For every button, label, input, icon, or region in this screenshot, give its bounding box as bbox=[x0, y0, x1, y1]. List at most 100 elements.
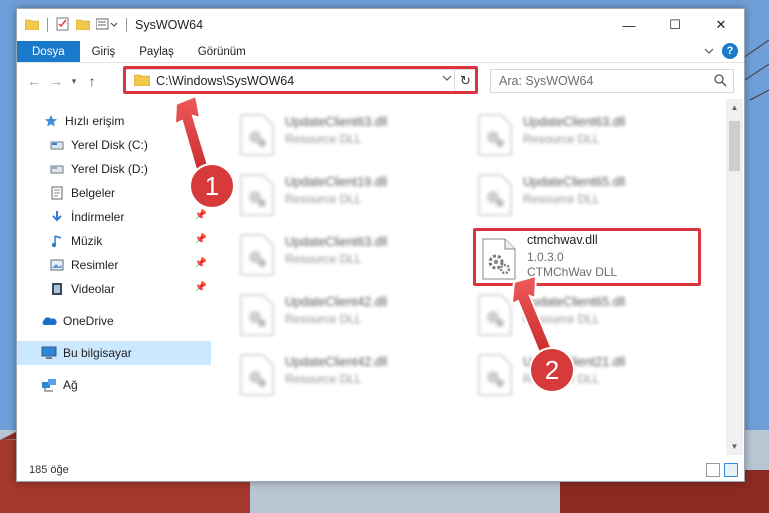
sidebar-item-label: Yerel Disk (D:) bbox=[71, 162, 148, 176]
dll-file-icon bbox=[478, 354, 512, 396]
vertical-scrollbar[interactable]: ▲ ▼ bbox=[726, 99, 743, 455]
address-bar[interactable]: C:\Windows\SysWOW64 ↻ bbox=[125, 69, 477, 93]
recent-locations-icon[interactable]: ▾ bbox=[67, 76, 81, 87]
customize-toolbar-icon[interactable] bbox=[95, 18, 118, 33]
cloud-icon bbox=[41, 313, 57, 329]
minimize-button[interactable]: — bbox=[606, 9, 652, 41]
videos-icon bbox=[49, 281, 65, 297]
file-description: Resource DLL bbox=[285, 252, 362, 266]
file-name: UpdateClient63.dll bbox=[285, 235, 388, 249]
expand-ribbon-icon[interactable] bbox=[704, 44, 714, 58]
file-name: UpdateClient65.dll bbox=[523, 295, 626, 309]
file-description: Resource DLL bbox=[285, 132, 362, 146]
scroll-down-icon[interactable]: ▼ bbox=[726, 438, 743, 455]
list-item[interactable]: UpdateClient63.dll Resource DLL bbox=[235, 109, 461, 165]
folder-icon bbox=[133, 73, 151, 89]
list-item[interactable]: UpdateClient21.dll Resource DLL bbox=[473, 349, 699, 405]
sidebar-item-this-pc[interactable]: Bu bilgisayar bbox=[17, 341, 211, 365]
refresh-button[interactable]: ↻ bbox=[454, 70, 476, 92]
pin-icon[interactable]: 📌 bbox=[195, 282, 207, 293]
address-path[interactable]: C:\Windows\SysWOW64 bbox=[156, 74, 294, 88]
file-info: UpdateClient42.dll Resource DLL bbox=[285, 289, 387, 326]
tab-file[interactable]: Dosya bbox=[17, 41, 80, 62]
explorer-window: SysWOW64 — ☐ ✕ Dosya Giriş Paylaş Görünü… bbox=[16, 8, 745, 482]
window-controls: — ☐ ✕ bbox=[606, 9, 744, 41]
dll-file-icon bbox=[240, 294, 274, 336]
file-info: ctmchwav.dll 1.0.3.0 CTMChWav DLL bbox=[527, 233, 617, 279]
toolbar-separator bbox=[126, 18, 127, 32]
navigation-bar: ← → ▾ ↑ C:\Windows\SysWOW64 ↻ Ara: SysWO… bbox=[17, 63, 744, 99]
sidebar-item-onedrive[interactable]: OneDrive bbox=[17, 309, 211, 333]
scroll-thumb[interactable] bbox=[729, 121, 740, 171]
help-icon[interactable]: ? bbox=[722, 43, 738, 59]
file-name: UpdateClient42.dll bbox=[285, 355, 388, 369]
dll-file-icon bbox=[240, 234, 274, 276]
network-icon bbox=[41, 377, 57, 393]
sidebar-item-downloads[interactable]: İndirmeler 📌 bbox=[17, 205, 211, 229]
file-name: UpdateClient65.dll bbox=[523, 175, 626, 189]
window-title: SysWOW64 bbox=[135, 18, 204, 32]
sidebar-item-videos[interactable]: Videolar 📌 bbox=[17, 277, 211, 301]
list-item[interactable]: UpdateClient42.dll Resource DLL bbox=[235, 349, 461, 405]
properties-icon[interactable] bbox=[56, 17, 70, 34]
tab-view[interactable]: Görünüm bbox=[186, 41, 258, 62]
sidebar-item-label: Belgeler bbox=[71, 186, 116, 200]
sidebar-item-label: Resimler bbox=[71, 258, 119, 272]
file-info: UpdateClient42.dll Resource DLL bbox=[285, 349, 387, 386]
new-folder-icon[interactable] bbox=[75, 18, 91, 33]
large-icons-view-icon[interactable] bbox=[724, 463, 738, 477]
close-button[interactable]: ✕ bbox=[698, 9, 744, 41]
pin-icon[interactable]: 📌 bbox=[195, 210, 207, 221]
tab-share[interactable]: Paylaş bbox=[127, 41, 186, 62]
list-item[interactable]: UpdateClient63.dll Resource DLL bbox=[473, 109, 699, 165]
file-name: UpdateClient21.dll bbox=[523, 355, 626, 369]
file-name: UpdateClient42.dll bbox=[285, 295, 388, 309]
main-content: Hızlı erişim Yerel Disk (C:) Yerel Disk … bbox=[17, 99, 744, 455]
search-input[interactable]: Ara: SysWOW64 bbox=[490, 69, 734, 93]
search-placeholder: Ara: SysWOW64 bbox=[499, 74, 594, 88]
downloads-icon bbox=[49, 209, 65, 225]
pin-icon[interactable]: 📌 bbox=[195, 258, 207, 269]
list-item[interactable]: UpdateClient19.dll Resource DLL bbox=[235, 169, 461, 225]
file-description: Resource DLL bbox=[285, 372, 362, 386]
details-view-icon[interactable] bbox=[706, 463, 720, 477]
dll-file-icon bbox=[478, 174, 512, 216]
file-info: UpdateClient63.dll Resource DLL bbox=[523, 109, 625, 146]
dll-file-icon bbox=[478, 114, 512, 156]
status-bar: 185 öğe bbox=[17, 459, 744, 481]
sidebar-item-network[interactable]: Ağ bbox=[17, 373, 211, 397]
scroll-up-icon[interactable]: ▲ bbox=[726, 99, 743, 116]
list-item[interactable]: UpdateClient65.dll Resource DLL bbox=[473, 169, 699, 225]
sidebar-item-quick-access[interactable]: Hızlı erişim bbox=[17, 109, 211, 133]
forward-arrow-icon[interactable]: → bbox=[45, 73, 67, 89]
sidebar-item-label: İndirmeler bbox=[71, 210, 125, 224]
sidebar-item-local-disk-d[interactable]: Yerel Disk (D:) bbox=[17, 157, 211, 181]
up-arrow-icon[interactable]: ↑ bbox=[81, 73, 103, 89]
file-info: UpdateClient65.dll Resource DLL bbox=[523, 289, 625, 326]
file-version: 1.0.3.0 bbox=[527, 250, 564, 264]
file-info: UpdateClient65.dll Resource DLL bbox=[523, 169, 625, 206]
list-item[interactable]: UpdateClient65.dll Resource DLL bbox=[473, 289, 699, 345]
music-icon bbox=[49, 233, 65, 249]
file-description: CTMChWav DLL bbox=[527, 265, 618, 279]
list-item[interactable]: UpdateClient42.dll Resource DLL bbox=[235, 289, 461, 345]
maximize-button[interactable]: ☐ bbox=[652, 9, 698, 41]
sidebar-item-label: Müzik bbox=[71, 234, 103, 248]
list-item-ctmchwav[interactable]: ctmchwav.dll 1.0.3.0 CTMChWav DLL bbox=[477, 233, 695, 289]
back-arrow-icon[interactable]: ← bbox=[23, 73, 45, 89]
file-description: Resource DLL bbox=[523, 132, 600, 146]
file-description: Resource DLL bbox=[285, 312, 362, 326]
list-item[interactable]: UpdateClient63.dll Resource DLL bbox=[235, 229, 461, 285]
tab-home[interactable]: Giriş bbox=[80, 41, 128, 62]
sidebar-item-music[interactable]: Müzik 📌 bbox=[17, 229, 211, 253]
sidebar-item-local-disk-c[interactable]: Yerel Disk (C:) bbox=[17, 133, 211, 157]
chevron-down-icon[interactable] bbox=[442, 73, 452, 85]
pin-icon[interactable]: 📌 bbox=[195, 234, 207, 245]
file-name: UpdateClient19.dll bbox=[285, 175, 388, 189]
sidebar-item-documents[interactable]: Belgeler bbox=[17, 181, 211, 205]
ribbon-right-controls: ? bbox=[704, 43, 738, 59]
file-info: UpdateClient21.dll Resource DLL bbox=[523, 349, 625, 386]
sidebar-item-pictures[interactable]: Resimler 📌 bbox=[17, 253, 211, 277]
